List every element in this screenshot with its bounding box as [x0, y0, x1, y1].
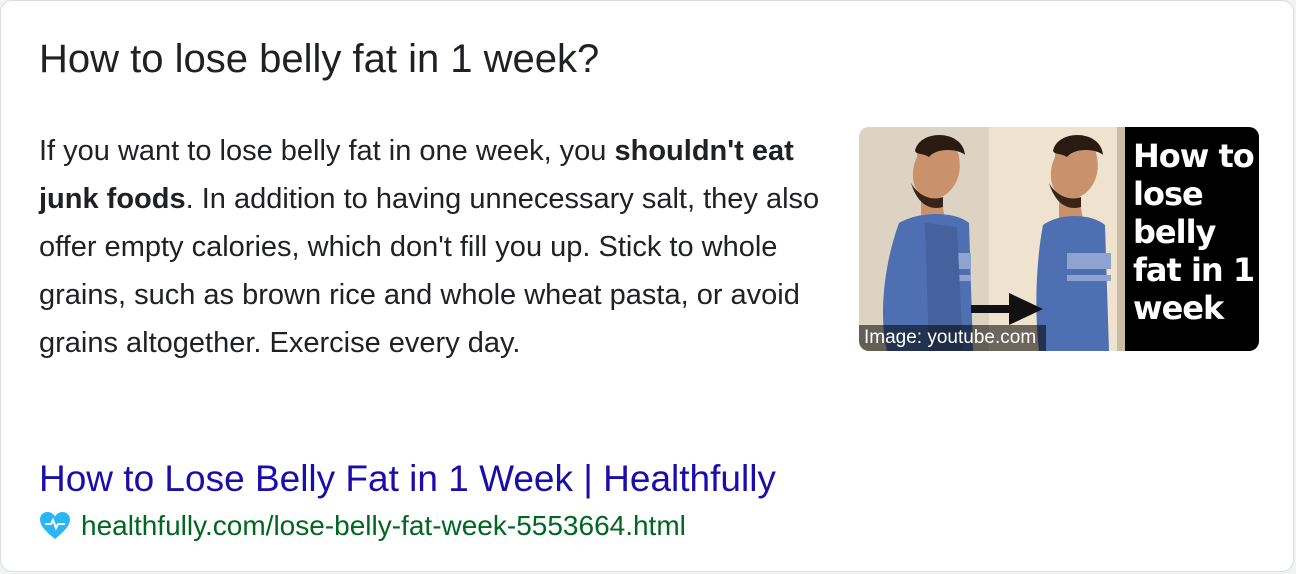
snippet-answer: If you want to lose belly fat in one wee…: [39, 127, 829, 367]
featured-snippet-card: How to lose belly fat in 1 week? If you …: [0, 0, 1294, 572]
result-title-link[interactable]: How to Lose Belly Fat in 1 Week | Health…: [39, 453, 776, 505]
heart-icon: [40, 512, 70, 539]
result-url-row[interactable]: healthfully.com/lose-belly-fat-week-5553…: [39, 506, 686, 546]
snippet-question: How to lose belly fat in 1 week?: [39, 37, 600, 81]
image-credit: Image: youtube.com: [859, 325, 1047, 351]
snippet-thumbnail[interactable]: How to lose belly fat in 1 week Image: y…: [859, 127, 1259, 351]
result-url: healthfully.com/lose-belly-fat-week-5553…: [81, 510, 686, 541]
answer-text-start: If you want to lose belly fat in one wee…: [39, 135, 615, 167]
thumbnail-overlay-text: How to lose belly fat in 1 week: [1133, 137, 1255, 327]
